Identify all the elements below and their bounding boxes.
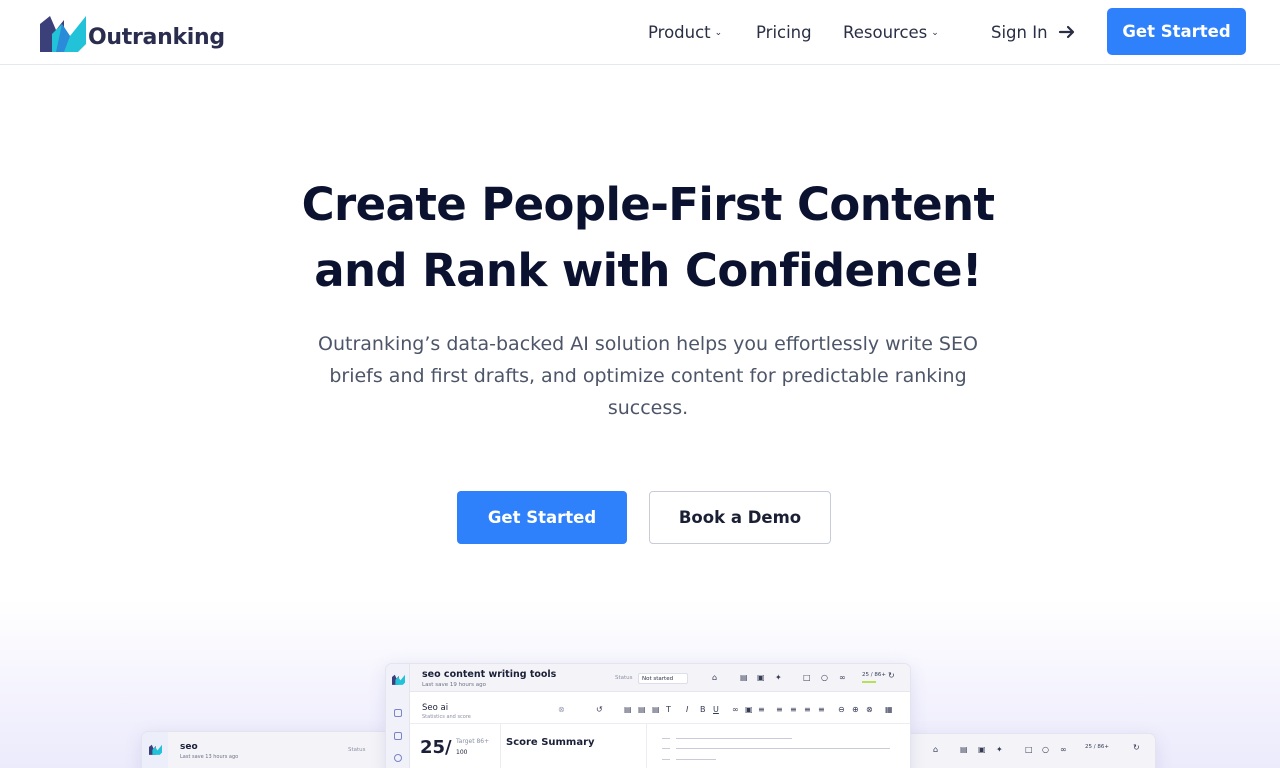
preview-status-select: Not started bbox=[638, 673, 688, 684]
align-right-icon: ≡ bbox=[804, 705, 811, 714]
placeholder-line bbox=[662, 748, 670, 749]
home-icon: ⌂ bbox=[712, 673, 718, 682]
chevron-down-icon: ⌄ bbox=[931, 28, 939, 38]
zoom-reset-icon: ⊗ bbox=[866, 705, 873, 714]
preview-doc-title: seo bbox=[180, 742, 198, 752]
heading-icon: ▤ bbox=[638, 705, 646, 714]
hero-title-line1: Create People-First Content bbox=[301, 178, 995, 231]
preview-status-label: Status bbox=[348, 747, 366, 753]
outranking-logo-icon bbox=[40, 16, 86, 52]
nav-pricing[interactable]: Pricing bbox=[756, 20, 812, 44]
preview-score: 25/ bbox=[420, 737, 452, 758]
hero-subtitle: Outranking’s data-backed AI solution hel… bbox=[318, 333, 978, 419]
preview-status-label: Status bbox=[615, 675, 633, 681]
undo-icon: ↺ bbox=[596, 705, 603, 714]
grid-icon: ▦ bbox=[885, 705, 893, 714]
preview-doc-title: seo content writing tools bbox=[422, 669, 557, 680]
tool-icon bbox=[394, 754, 402, 762]
nav-pricing-label: Pricing bbox=[756, 22, 812, 42]
nav-product[interactable]: Product ⌄ bbox=[648, 20, 722, 44]
sign-in-link[interactable]: Sign In bbox=[991, 20, 1076, 44]
note-icon: □ bbox=[1025, 745, 1033, 754]
home-icon: ⌂ bbox=[933, 745, 939, 754]
share-icon: ✦ bbox=[775, 673, 782, 682]
editor-topbar: seo content writing tools Last save 19 h… bbox=[410, 664, 910, 692]
preview-doc-meta: Last save 13 hours ago bbox=[180, 754, 239, 760]
text-icon: T bbox=[666, 705, 671, 714]
zoom-in-icon: ⊕ bbox=[852, 705, 859, 714]
arrow-right-icon bbox=[1058, 25, 1074, 39]
connect-icon: ∞ bbox=[1060, 745, 1067, 754]
italic-icon: I bbox=[686, 705, 689, 714]
comment-icon: ○ bbox=[821, 673, 828, 682]
app-preview-left: seo Last save 13 hours ago Status bbox=[142, 732, 392, 768]
app-preview-main: seo content writing tools Last save 19 h… bbox=[386, 664, 910, 768]
align-left-icon: ≡ bbox=[776, 705, 783, 714]
bold-icon: B bbox=[700, 705, 706, 714]
placeholder-line bbox=[676, 759, 716, 760]
export-icon: ▣ bbox=[757, 673, 765, 682]
outranking-logo-icon bbox=[149, 744, 162, 755]
image-icon: ▣ bbox=[745, 705, 753, 714]
score-progress-bar bbox=[862, 681, 876, 683]
save-icon: ▤ bbox=[740, 673, 748, 682]
refresh-icon: ↻ bbox=[1133, 743, 1140, 752]
preview-sidebar bbox=[386, 664, 410, 768]
connect-icon: ∞ bbox=[839, 673, 846, 682]
preview-doc-meta: Last save 19 hours ago bbox=[422, 682, 487, 688]
zoom-out-icon: ⊖ bbox=[838, 705, 845, 714]
top-navbar: Outranking Product ⌄ Pricing Resources ⌄… bbox=[0, 0, 1280, 65]
folder-icon bbox=[394, 732, 402, 740]
nav-product-label: Product bbox=[648, 22, 711, 42]
save-icon: ▤ bbox=[960, 745, 968, 754]
get-started-button[interactable]: Get Started bbox=[457, 491, 627, 544]
app-preview-right: ⌂ ▤ ▣ ✦ □ ○ ∞ 25 / 86+ ↻ bbox=[905, 734, 1155, 768]
nav-resources[interactable]: Resources ⌄ bbox=[843, 20, 939, 44]
align-center-icon: ≡ bbox=[790, 705, 797, 714]
export-icon: ▣ bbox=[978, 745, 986, 754]
share-icon: ✦ bbox=[996, 745, 1003, 754]
nav-resources-label: Resources bbox=[843, 22, 928, 42]
divider bbox=[646, 724, 647, 768]
preview-sidebar bbox=[142, 732, 168, 768]
note-icon: □ bbox=[803, 673, 811, 682]
sign-in-label: Sign In bbox=[991, 22, 1048, 42]
close-icon: ⊗ bbox=[558, 705, 565, 714]
heading-icon: ▤ bbox=[624, 705, 632, 714]
editor-toolbar: Seo ai Statistics and score ⊗ ↺ ▤ ▤ ▤ T … bbox=[410, 692, 910, 724]
brand-logo[interactable]: Outranking bbox=[40, 13, 225, 53]
link-icon: ∞ bbox=[732, 705, 739, 714]
preview-target-label: Target 86+ bbox=[456, 738, 490, 745]
preview-score-chip: 25 / 86+ bbox=[1085, 744, 1109, 750]
outranking-logo-icon bbox=[392, 674, 405, 685]
hero-title-line2: and Rank with Confidence! bbox=[314, 244, 982, 297]
divider bbox=[500, 724, 501, 768]
get-started-button-nav[interactable]: Get Started bbox=[1107, 8, 1246, 55]
preview-keyword-sub: Statistics and score bbox=[422, 714, 471, 720]
preview-keyword: Seo ai bbox=[422, 703, 449, 713]
refresh-icon: ↻ bbox=[888, 671, 895, 680]
placeholder-line bbox=[662, 738, 670, 739]
doc-icon bbox=[394, 709, 402, 717]
justify-icon: ≡ bbox=[818, 705, 825, 714]
preview-score-chip: 25 / 86+ bbox=[862, 672, 886, 678]
chevron-down-icon: ⌄ bbox=[714, 28, 723, 38]
comment-icon: ○ bbox=[1042, 745, 1049, 754]
preview-panel-title: Score Summary bbox=[506, 737, 595, 748]
hero-title: Create People-First Content and Rank wit… bbox=[0, 172, 1280, 304]
placeholder-line bbox=[676, 738, 792, 739]
brand-name: Outranking bbox=[88, 24, 225, 50]
preview-target-value: 100 bbox=[456, 749, 468, 756]
underline-icon: U bbox=[713, 705, 719, 714]
heading-icon: ▤ bbox=[652, 705, 660, 714]
list-icon: ≡ bbox=[758, 705, 765, 714]
book-demo-button[interactable]: Book a Demo bbox=[649, 491, 831, 544]
placeholder-line bbox=[676, 748, 890, 749]
placeholder-line bbox=[662, 759, 670, 760]
